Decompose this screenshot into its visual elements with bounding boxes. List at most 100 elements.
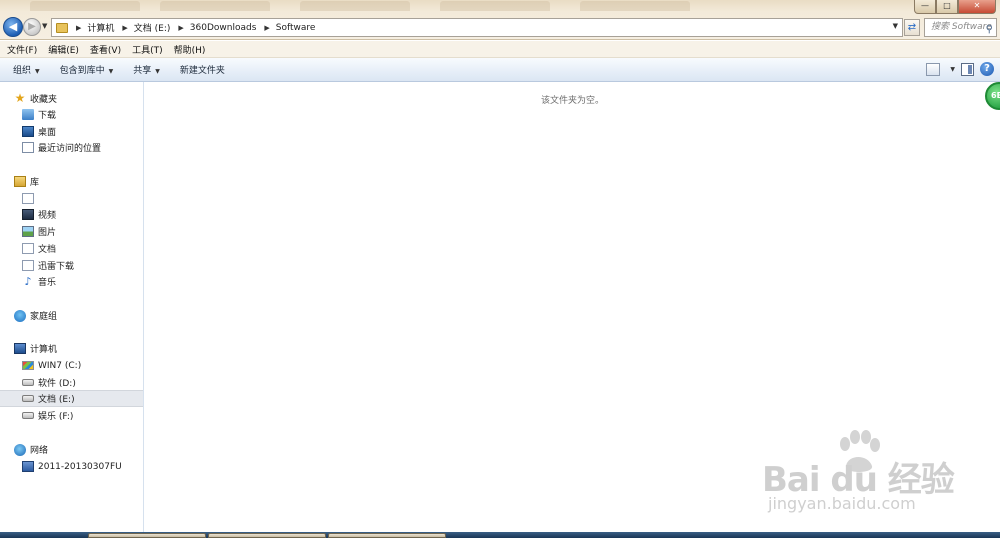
minimize-button[interactable]: —: [914, 0, 936, 14]
chevron-down-icon: ▼: [35, 68, 40, 75]
nav-label: WIN7 (C:): [38, 360, 82, 371]
chevron-right-icon[interactable]: ▶: [178, 24, 183, 32]
nav-drive-f[interactable]: 娱乐 (F:): [0, 407, 143, 424]
desktop-icon: [22, 126, 34, 137]
nav-item-desktop[interactable]: 桌面: [0, 123, 143, 140]
homegroup-icon: [14, 309, 26, 322]
search-placeholder: 搜索 Software: [931, 22, 992, 32]
menu-view[interactable]: 查看(V): [83, 43, 125, 56]
breadcrumb-software[interactable]: Software: [276, 23, 316, 33]
breadcrumb-drive-e[interactable]: 文档 (E:): [134, 21, 171, 34]
chevron-right-icon[interactable]: ▶: [122, 24, 127, 32]
nav-label: 最近访问的位置: [38, 144, 102, 154]
video-icon: [22, 209, 34, 220]
preview-pane-icon[interactable]: [961, 62, 974, 76]
view-options-dropdown-icon[interactable]: ▼: [950, 66, 955, 73]
taskbar-item[interactable]: [88, 533, 206, 538]
address-dropdown-icon[interactable]: ▼: [893, 22, 898, 30]
nav-drive-d[interactable]: 软件 (D:): [0, 374, 143, 391]
recent-pages-dropdown[interactable]: ▼: [42, 22, 47, 30]
nav-homegroup[interactable]: 家庭组: [0, 307, 143, 324]
ghost-tab: [300, 1, 410, 11]
address-bar[interactable]: ▶ 计算机 ▶ 文档 (E:) ▶ 360Downloads ▶ Softwar…: [51, 18, 903, 37]
ghost-tab: [30, 1, 140, 11]
nav-label: 下载: [38, 111, 57, 121]
taskbar-item[interactable]: [328, 533, 446, 538]
taskbar-item[interactable]: [208, 533, 326, 538]
nav-label: 软件 (D:): [38, 379, 76, 389]
nav-label: 计算机: [30, 345, 58, 355]
menu-edit[interactable]: 编辑(E): [41, 43, 83, 56]
ghost-tab: [580, 1, 690, 11]
change-view-icon[interactable]: [926, 62, 941, 76]
network-icon: [14, 443, 26, 456]
nav-label: 音乐: [38, 278, 57, 288]
menu-file[interactable]: 文件(F): [0, 43, 41, 56]
organize-button[interactable]: 组织 ▼: [0, 63, 47, 76]
menu-tools[interactable]: 工具(T): [125, 43, 167, 56]
close-button[interactable]: ✕: [958, 0, 996, 14]
taskbar: [0, 532, 1000, 538]
nav-item-videos[interactable]: 视频: [0, 206, 143, 223]
nav-item-recent-places[interactable]: 最近访问的位置: [0, 139, 143, 156]
recent-places-icon: [22, 142, 34, 153]
nav-label: 网络: [30, 446, 49, 456]
search-input[interactable]: 搜索 Software ⚲: [924, 18, 997, 37]
chevron-right-icon[interactable]: ▶: [264, 24, 269, 32]
computer-icon: [14, 343, 26, 354]
nav-network-header[interactable]: 网络: [0, 441, 143, 458]
library-icon: [22, 193, 34, 204]
nav-computer-header[interactable]: 计算机: [0, 340, 143, 357]
new-folder-button[interactable]: 新建文件夹: [167, 63, 232, 76]
nav-label: 文档: [38, 245, 57, 255]
nav-drive-c[interactable]: WIN7 (C:): [0, 357, 143, 374]
back-button[interactable]: ◀: [3, 17, 23, 37]
nav-item-downloads[interactable]: 下载: [0, 106, 143, 123]
pictures-icon: [22, 226, 34, 237]
documents-icon: [22, 243, 34, 254]
folder-icon: [56, 22, 68, 33]
nav-favorites-header[interactable]: ★ 收藏夹: [0, 90, 143, 107]
breadcrumb-360downloads[interactable]: 360Downloads: [190, 23, 257, 33]
nav-label: 桌面: [38, 128, 57, 138]
background-taskbar-ghosts: [0, 0, 920, 12]
search-icon: ⚲: [985, 24, 993, 35]
nav-item-pictures[interactable]: 图片: [0, 223, 143, 240]
nav-label: 视频: [38, 211, 57, 221]
toolbar-right-group: ▼ ?: [926, 62, 994, 76]
navigation-pane: ★ 收藏夹 下载 桌面 最近访问的位置 库 视频 图片 文档 迅雷下载 ♪ 音乐: [0, 82, 144, 532]
nav-network-host[interactable]: 2011-20130307FU: [0, 458, 143, 475]
nav-item-documents[interactable]: 文档: [0, 240, 143, 257]
nav-label: 娱乐 (F:): [38, 412, 74, 422]
nav-libraries-header[interactable]: 库: [0, 173, 143, 190]
menu-help[interactable]: 帮助(H): [167, 43, 210, 56]
watermark-url: jingyan.baidu.com: [768, 494, 916, 513]
nav-item-music[interactable]: ♪ 音乐: [0, 273, 143, 290]
maximize-button[interactable]: □: [936, 0, 958, 14]
ghost-tab: [440, 1, 550, 11]
include-in-library-button[interactable]: 包含到库中 ▼: [47, 63, 121, 76]
nav-item-library-unnamed[interactable]: [0, 190, 143, 207]
breadcrumb-computer[interactable]: 计算机: [87, 21, 114, 34]
share-label: 共享: [133, 66, 152, 76]
menu-bar: 文件(F) 编辑(E) 查看(V) 工具(T) 帮助(H): [0, 41, 1000, 58]
ghost-tab: [160, 1, 270, 11]
chevron-right-icon[interactable]: ▶: [76, 24, 81, 32]
windows-drive-icon: [22, 361, 34, 370]
hard-drive-icon: [22, 379, 34, 386]
nav-drive-e[interactable]: 文档 (E:): [0, 390, 143, 407]
baidu-watermark: Bai du 经验 jingyan.baidu.com: [762, 430, 962, 520]
chevron-down-icon: ▼: [155, 68, 160, 75]
nav-item-xunlei-downloads[interactable]: 迅雷下载: [0, 257, 143, 274]
help-icon[interactable]: ?: [980, 62, 994, 76]
nav-label: 家庭组: [30, 312, 58, 322]
share-button[interactable]: 共享 ▼: [120, 63, 167, 76]
nav-label: 收藏夹: [30, 95, 58, 105]
libraries-icon: [14, 176, 26, 187]
nav-label: 图片: [38, 228, 57, 238]
refresh-button[interactable]: ⇄: [904, 19, 920, 36]
organize-label: 组织: [13, 66, 32, 76]
nav-label: 库: [30, 178, 40, 188]
nav-label: 文档 (E:): [38, 395, 75, 405]
forward-button[interactable]: ▶: [23, 18, 41, 36]
